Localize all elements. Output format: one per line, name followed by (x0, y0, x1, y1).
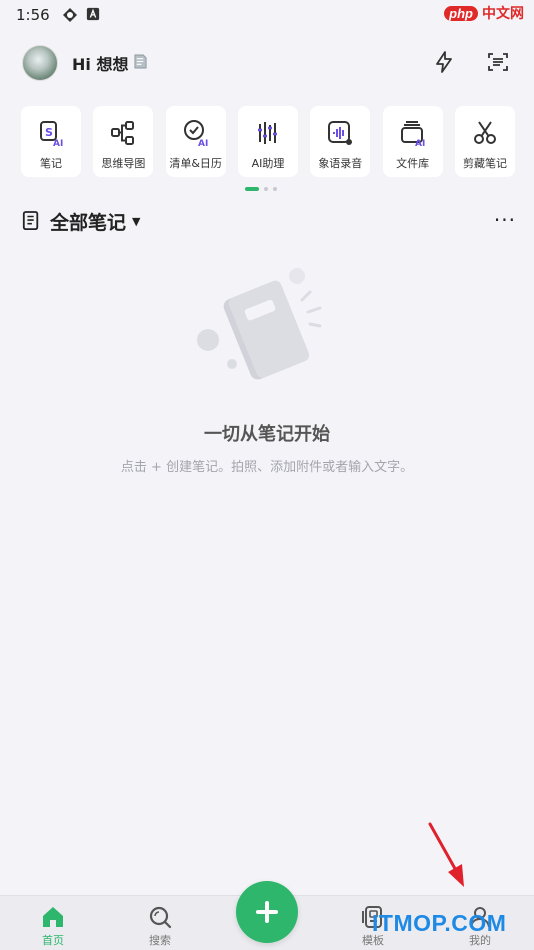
annotation-arrow-icon (428, 822, 464, 887)
tab-home[interactable]: 首页 (23, 904, 83, 948)
empty-notebook-illustration (197, 268, 322, 380)
voice-record-icon (328, 121, 353, 145)
tool-note[interactable]: S AI 笔记 (21, 106, 81, 177)
search-icon (149, 906, 172, 929)
pager-dot (264, 187, 268, 191)
svg-text:S: S (45, 126, 53, 139)
chevron-down-icon[interactable]: ▼ (132, 215, 140, 228)
tool-voice-record[interactable]: 象语录音 (310, 106, 371, 177)
clip-note-icon (473, 121, 496, 144)
tool-label: 清单&日历 (169, 157, 222, 170)
empty-state-subtitle: 点击 + 创建笔记。拍照、添加附件或者输入文字。 (120, 460, 414, 475)
app-notification-icon (86, 7, 102, 23)
avatar[interactable] (22, 45, 58, 81)
tool-label: 象语录音 (318, 157, 363, 170)
membership-badge-icon[interactable] (134, 54, 147, 73)
scan-icon[interactable] (484, 48, 512, 76)
tool-ai-assistant[interactable]: AI助理 (237, 106, 298, 177)
tab-label: 搜索 (149, 934, 171, 947)
watermark-bottom: ITMOP.COM (372, 910, 507, 936)
create-note-button[interactable] (236, 881, 298, 943)
tool-label: 笔记 (40, 157, 62, 170)
tool-label: AI助理 (251, 157, 285, 170)
pager-dot (273, 187, 277, 191)
ai-assistant-icon (257, 122, 277, 144)
status-time: 1:56 (16, 6, 50, 24)
flash-icon[interactable] (430, 48, 458, 76)
svg-text:AI: AI (198, 139, 208, 148)
checklist-ai-icon: AI (183, 120, 208, 148)
tool-file-library[interactable]: AI 文件库 (382, 106, 443, 177)
pager-dot-active (245, 187, 259, 191)
more-options-icon[interactable]: ··· (494, 208, 516, 232)
mindmap-icon (111, 121, 135, 145)
svg-text:AI: AI (415, 139, 425, 148)
greeting: Hi 想想 (72, 55, 129, 74)
section-title[interactable]: 全部笔记 (50, 208, 126, 235)
tool-checklist[interactable]: AI 清单&日历 (165, 106, 226, 177)
tool-shortcuts: S AI 笔记 思维导图 AI 清单&日历 AI助理 象语录音 AI 文件库 剪藏… (21, 106, 515, 177)
watermark-top: php 中文网 (444, 3, 524, 23)
notes-section-header[interactable]: 全部笔记 ▼ ··· (22, 206, 516, 236)
tool-label: 剪藏笔记 (462, 157, 507, 170)
home-icon (43, 907, 63, 927)
notebook-icon (22, 211, 39, 230)
tab-search[interactable]: 搜索 (130, 904, 190, 948)
signal-sync-icon (62, 7, 78, 23)
tool-clip-note[interactable]: 剪藏笔记 (454, 106, 515, 177)
tool-label: 思维导图 (101, 157, 146, 170)
tool-label: 文件库 (396, 157, 430, 170)
header: Hi 想想 (0, 40, 534, 86)
plus-icon (256, 901, 278, 923)
svg-text:AI: AI (53, 139, 63, 148)
tool-mindmap[interactable]: 思维导图 (93, 106, 154, 177)
watermark-cn: 中文网 (482, 6, 524, 22)
empty-state-title: 一切从笔记开始 (204, 424, 330, 445)
pager-indicator (245, 187, 277, 191)
file-library-icon: AI (400, 121, 425, 148)
tab-label: 首页 (42, 934, 64, 947)
watermark-php: php (444, 5, 478, 21)
note-ai-icon: SAI (40, 121, 63, 148)
